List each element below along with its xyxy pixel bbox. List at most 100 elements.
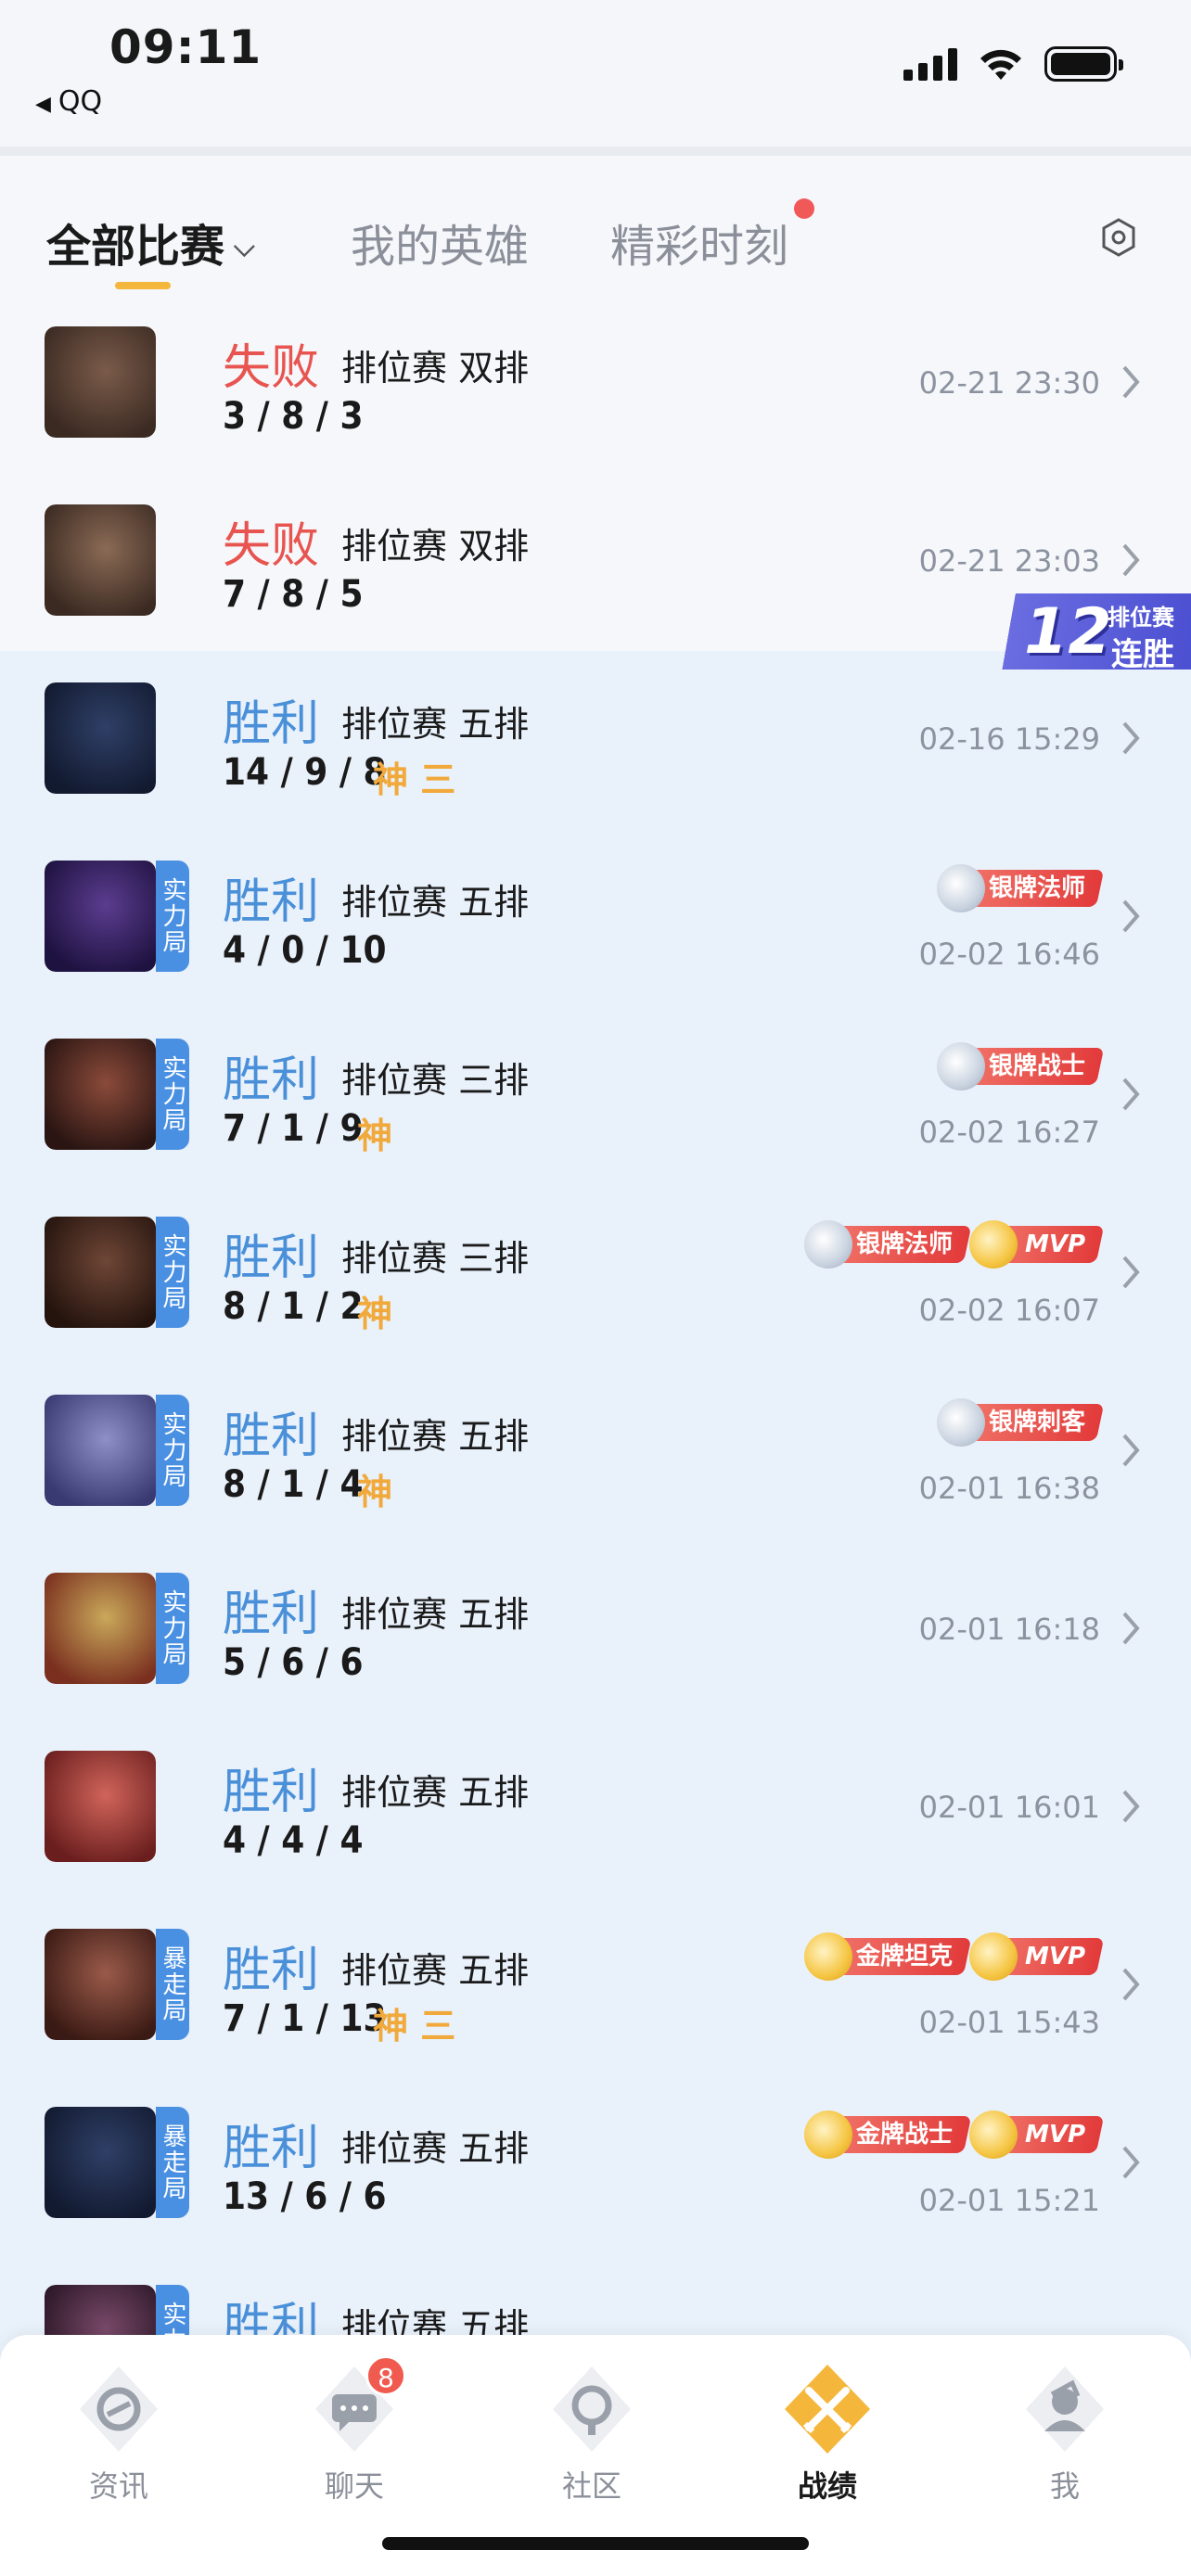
performance-tags: 神 三 (373, 759, 456, 800)
match-row[interactable]: 实力局 胜利 排位赛 三排 7 / 1 / 9 神 银牌战士 02-02 16:27 (0, 1007, 1191, 1185)
chat-icon: 8 (308, 2355, 406, 2455)
match-type-badge: 实力局 (156, 1217, 189, 1328)
match-datetime: 02-21 23:03 (918, 543, 1100, 579)
nav-label-community: 社区 (561, 2468, 621, 2504)
match-type-badge: 实力局 (156, 1573, 189, 1684)
hero-portrait-image (45, 1039, 156, 1150)
match-type-badge: 暴走局 (156, 2107, 189, 2218)
nav-item-chat[interactable]: 8 聊天 (280, 2355, 429, 2506)
medal-label: MVP (1024, 1943, 1085, 1970)
match-datetime: 02-01 15:43 (918, 2005, 1100, 2040)
nav-item-me[interactable]: 我 (991, 2363, 1139, 2506)
medal-list: 银牌战士 (936, 1042, 1105, 1090)
medal-badge: 银牌法师 (936, 864, 1105, 912)
match-kda: 7 / 1 / 9 (223, 1107, 364, 1150)
back-to-app-link[interactable]: ◀ QQ (35, 85, 102, 118)
medal-badge: 金牌战士 (803, 2111, 972, 2159)
match-row[interactable]: 实力局 胜利 排位赛 五排 5 / 6 / 6 02-01 16:18 (0, 1541, 1191, 1719)
profile-icon (1018, 2363, 1111, 2455)
match-type-badge: 实力局 (156, 1039, 189, 1150)
match-row[interactable]: 胜利 排位赛 五排 14 / 9 / 8神 三 02-16 15:29 (0, 651, 1191, 829)
match-row[interactable]: 实力局 胜利 排位赛 五排 8 / 1 / 4 神 银牌刺客 02-01 16:38 (0, 1363, 1191, 1541)
chevron-right-icon (1122, 365, 1140, 399)
battle-record-icon (781, 2363, 874, 2455)
medal-label: 银牌战士 (988, 1052, 1085, 1080)
nav-label-chat: 聊天 (324, 2468, 384, 2504)
hero-portrait-image (45, 1573, 156, 1684)
match-datetime: 02-16 15:29 (918, 721, 1100, 757)
tab-all-matches[interactable]: 全部比赛 ⌵ (46, 210, 255, 274)
chat-unread-badge: 8 (365, 2355, 406, 2396)
hero-avatar: 实力局 (45, 861, 189, 972)
nav-item-community[interactable]: 社区 (518, 2363, 666, 2506)
settings-icon[interactable] (1098, 217, 1139, 258)
match-result: 胜利 (223, 1765, 320, 1820)
match-kda: 7 / 1 / 13 (223, 1997, 387, 2040)
match-kda: 7 / 8 / 5 (223, 573, 364, 616)
match-row[interactable]: 实力局 胜利 排位赛 五排 4 / 0 / 10 银牌法师 02-02 16:46 (0, 829, 1191, 1007)
medal-label: 银牌法师 (855, 1231, 953, 1258)
hero-portrait-image (45, 326, 156, 438)
performance-tags: 神 三 (373, 2006, 456, 2047)
medal-label: 金牌战士 (855, 2121, 953, 2149)
wifi-icon (980, 49, 1021, 80)
hero-portrait-image (45, 2107, 156, 2218)
chevron-right-icon (1122, 1256, 1140, 1289)
match-row[interactable]: 胜利 排位赛 五排 4 / 4 / 4 02-01 16:01 (0, 1719, 1191, 1897)
match-row[interactable]: 暴走局 胜利 排位赛 五排 7 / 1 / 13 神 三 金牌坦克 MVP 02-01 15:… (0, 1897, 1191, 2075)
hero-avatar (45, 1751, 156, 1862)
trophy-icon (968, 2111, 1018, 2159)
news-icon (72, 2363, 165, 2455)
nav-item-battle-record[interactable]: 战绩 (753, 2363, 902, 2506)
medal-list: 银牌法师 (936, 864, 1105, 912)
tab-active-indicator (115, 282, 171, 289)
tab-my-heroes[interactable]: 我的英雄 (351, 210, 529, 274)
tab-highlights[interactable]: 精彩时刻 (610, 210, 788, 274)
mvp-badge: MVP (968, 2111, 1105, 2159)
medal-badge: 银牌法师 (803, 1220, 972, 1269)
match-result: 失败 (223, 518, 320, 574)
chevron-right-icon (1122, 1790, 1140, 1823)
nav-label-me: 我 (1049, 2468, 1080, 2504)
win-streak-banner: 12 排位赛 连胜 (968, 593, 1191, 673)
match-type-badge: 暴走局 (156, 1929, 189, 2040)
streak-label-top: 排位赛 (1108, 605, 1174, 631)
match-result: 胜利 (223, 1052, 320, 1108)
medal-icon (936, 1042, 985, 1090)
medal-list: 金牌战士 MVP (803, 2111, 1105, 2159)
medal-icon (936, 1398, 985, 1447)
status-bar: 09:11 ◀ QQ (0, 0, 1191, 148)
performance-tags: 神 (357, 1116, 393, 1156)
match-mode: 排位赛 双排 (341, 526, 530, 567)
medal-icon (803, 2111, 852, 2159)
match-result: 胜利 (223, 1409, 320, 1464)
hero-portrait-image (45, 861, 156, 972)
match-mode: 排位赛 五排 (341, 882, 530, 923)
match-type-badge: 实力局 (156, 861, 189, 972)
match-result: 胜利 (223, 1231, 320, 1286)
nav-item-news[interactable]: 资讯 (45, 2363, 193, 2506)
match-datetime: 02-02 16:27 (918, 1115, 1100, 1150)
match-mode: 排位赛 三排 (341, 1060, 530, 1101)
hero-avatar (45, 504, 156, 616)
medal-badge: 金牌坦克 (803, 1932, 972, 1981)
match-mode: 排位赛 五排 (341, 1772, 530, 1813)
chevron-right-icon (1122, 2146, 1140, 2179)
hero-portrait-image (45, 1217, 156, 1328)
match-mode: 排位赛 五排 (341, 1416, 530, 1457)
signal-icon (903, 47, 957, 81)
match-kda: 8 / 1 / 4 (223, 1463, 364, 1506)
tab-bar: 全部比赛 ⌵ 我的英雄 精彩时刻 (0, 156, 1191, 295)
chevron-right-icon (1122, 1612, 1140, 1645)
match-row[interactable]: 实力局 胜利 排位赛 三排 8 / 1 / 2 神 银牌法师 MVP 02-02 16:07 (0, 1185, 1191, 1363)
match-kda: 3 / 8 / 3 (223, 395, 364, 438)
mvp-badge: MVP (968, 1220, 1105, 1269)
chevron-right-icon (1122, 1434, 1140, 1467)
match-row[interactable]: 暴走局 胜利 排位赛 五排 13 / 6 / 6 金牌战士 MVP 02-01 15:21 (0, 2075, 1191, 2253)
match-row[interactable]: 失败 排位赛 双排 3 / 8 / 3 02-21 23:30 (0, 295, 1191, 473)
medal-icon (936, 864, 985, 912)
community-icon (545, 2363, 638, 2455)
trophy-icon (968, 1932, 1018, 1981)
medal-icon (803, 1932, 852, 1981)
match-kda: 14 / 9 / 8 (223, 751, 387, 794)
